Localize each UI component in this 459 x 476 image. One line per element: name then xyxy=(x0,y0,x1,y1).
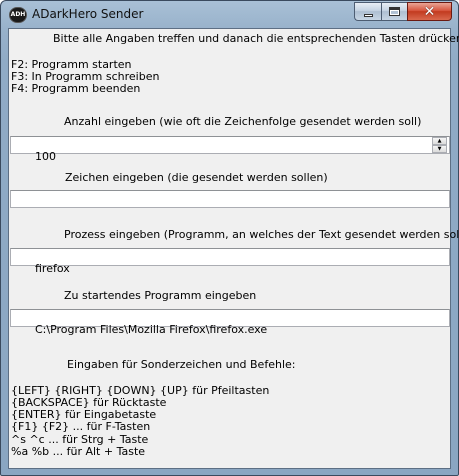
app-window: ADH ADarkHero Sender ✕ Bitte alle Angabe… xyxy=(0,0,459,476)
count-stepper[interactable]: ▲ ▼ xyxy=(432,137,447,153)
app-logo-icon[interactable]: ADH xyxy=(9,7,27,23)
process-label: Prozess eingeben (Programm, an welches d… xyxy=(64,228,459,241)
caption-buttons: ✕ xyxy=(354,2,452,21)
hotkey-f4-text: F4: Programm beenden xyxy=(11,82,141,95)
window-title: ADarkHero Sender xyxy=(32,7,144,21)
characters-input[interactable] xyxy=(10,190,450,208)
program-input[interactable]: C:\Program Files\Mozilla Firefox\firefox… xyxy=(10,309,450,336)
help-heading: Eingaben für Sonderzeichen und Befehle: xyxy=(67,358,296,371)
process-value: firefox xyxy=(34,262,70,275)
program-value: C:\Program Files\Mozilla Firefox\firefox… xyxy=(34,323,268,336)
count-input[interactable]: 100 ▲ ▼ xyxy=(10,136,450,163)
program-label: Zu startendes Programm eingeben xyxy=(64,289,257,302)
count-label: Anzahl eingeben (wie oft die Zeichenfolg… xyxy=(64,115,422,128)
instruction-text: Bitte alle Angaben treffen und danach di… xyxy=(53,32,459,45)
close-button[interactable]: ✕ xyxy=(407,2,452,21)
maximize-button[interactable] xyxy=(381,2,407,21)
close-icon: ✕ xyxy=(423,3,436,20)
process-input[interactable]: firefox xyxy=(10,248,450,275)
main-form: Bitte alle Angaben treffen und danach di… xyxy=(8,28,459,469)
help-line-fkeys: {F1} {F2} ... für F-Tasten xyxy=(11,420,151,433)
spin-up-icon[interactable]: ▲ xyxy=(432,137,447,145)
maximize-icon xyxy=(389,7,400,16)
help-line-alt: %a %b ... für Alt + Taste xyxy=(11,445,146,458)
minimize-button[interactable] xyxy=(354,2,381,21)
count-value: 100 xyxy=(34,150,56,163)
characters-label: Zeichen eingeben (die gesendet werden so… xyxy=(65,171,328,184)
title-bar[interactable]: ADH ADarkHero Sender ✕ xyxy=(1,1,458,28)
minimize-icon xyxy=(363,13,373,17)
spin-down-icon[interactable]: ▼ xyxy=(432,145,447,153)
